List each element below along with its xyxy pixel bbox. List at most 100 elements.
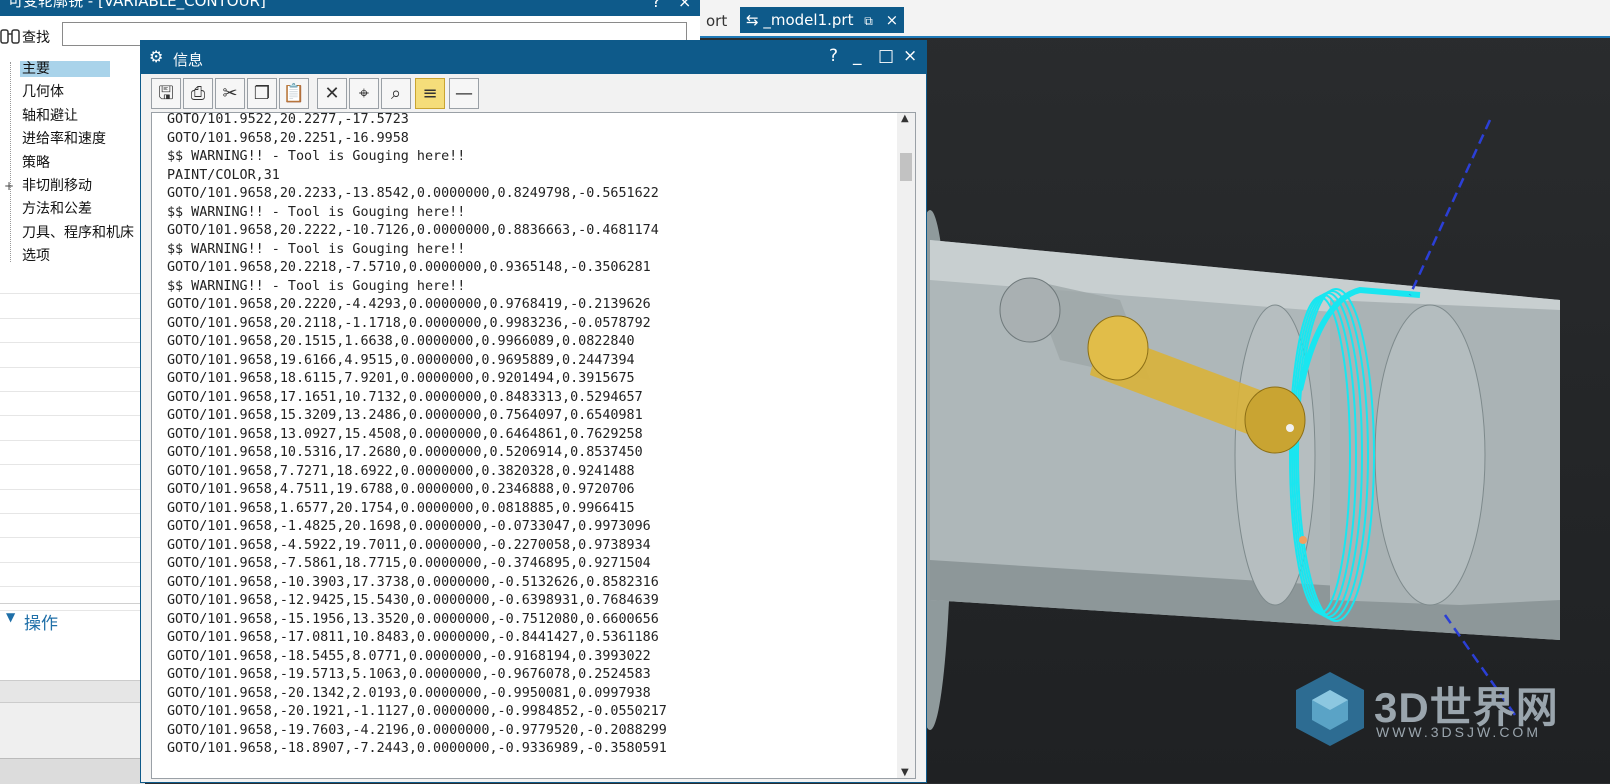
copy-icon: ❐ (253, 83, 271, 104)
info-window-title: 信息 (173, 51, 204, 69)
info-line: GOTO/101.9658,-18.5455,8.0771,0.0000000,… (167, 648, 651, 664)
cut-icon: ✂ (222, 83, 238, 104)
tree-item-axis-avoidance[interactable]: 轴和避让 (0, 105, 145, 128)
tree-item-strategy[interactable]: 策略 (0, 152, 145, 175)
paste-button[interactable]: 📋 (279, 78, 309, 109)
tree-item-label: 刀具、程序和机床 (22, 224, 134, 241)
operations-section-header[interactable]: ▼ 操作 (0, 603, 145, 634)
tab-previous[interactable]: ort (700, 8, 733, 34)
find-icon: ⌕ (390, 83, 402, 104)
info-line: GOTO/101.9658,-7.5861,18.7715,0.0000000,… (167, 556, 651, 571)
locate-button[interactable]: ⌖ (349, 78, 379, 109)
cut-button[interactable]: ✂ (215, 78, 245, 109)
info-line: GOTO/101.9658,-17.0811,10.8483,0.0000000… (167, 630, 659, 645)
minimize-button[interactable]: _ (853, 46, 862, 66)
info-line: GOTO/101.9658,20.2233,-13.8542,0.0000000… (167, 186, 659, 201)
watermark-logo-icon (1296, 672, 1364, 746)
info-line: GOTO/101.9658,-1.4825,20.1698,0.0000000,… (167, 519, 651, 534)
tool-axis-line (1408, 119, 1492, 296)
tab-close-icon[interactable]: × (886, 11, 899, 29)
info-line: GOTO/101.9658,20.2222,-10.7126,0.0000000… (167, 223, 659, 238)
tree-item-label: 主要 (20, 61, 110, 77)
info-line: GOTO/101.9658,-10.3903,17.3738,0.0000000… (167, 574, 659, 590)
info-line: GOTO/101.9658,-19.5713,5.1063,0.0000000,… (167, 667, 651, 682)
empty-list-rows (0, 270, 145, 612)
info-text-area[interactable]: GOTO/101.9522,20.2277,-17.5723 GOTO/101.9… (151, 112, 916, 779)
info-line: GOTO/101.9658,-19.7603,-4.2196,0.0000000… (167, 722, 667, 738)
close-button[interactable]: × (678, 0, 691, 10)
dialog-tree: 主要 几何体 轴和避让 进给率和速度 策略 + 非切削移动 方法和公差 刀具、程… (0, 58, 145, 269)
info-line: GOTO/101.9658,4.7511,19.6788,0.0000000,0… (167, 482, 635, 497)
tab-model1[interactable]: ⇆ _model1.prt ⧉ × (740, 7, 905, 33)
tool-holder (999, 277, 1061, 343)
help-button[interactable]: ? (652, 0, 661, 10)
operation-dialog-titlebar[interactable]: 可变轮廓铣 - [VARIABLE_CONTOUR] ? × (0, 0, 700, 16)
info-line: GOTO/101.9658,-4.5922,19.7011,0.0000000,… (167, 537, 651, 553)
info-line: GOTO/101.9658,18.6115,7.9201,0.0000000,0… (167, 371, 635, 386)
info-line: $$ WARNING!! - Tool is Gouging here!! (167, 204, 466, 220)
scroll-up-icon[interactable]: ▲ (901, 113, 909, 124)
word-wrap-button[interactable]: ≡ (415, 78, 445, 109)
print-icon: ⎙ (190, 83, 206, 104)
operation-dialog-title: 可变轮廓铣 - [VARIABLE_CONTOUR] (8, 0, 266, 10)
scroll-down-icon[interactable]: ▼ (901, 767, 909, 778)
info-line: GOTO/101.9658,15.3209,13.2486,0.0000000,… (167, 408, 643, 423)
info-line: GOTO/101.9658,20.2220,-4.4293,0.0000000,… (167, 297, 651, 312)
tree-item-options[interactable]: 选项 (0, 245, 145, 268)
binoculars-icon (0, 29, 20, 44)
info-line: GOTO/101.9658,20.2118,-1.1718,0.0000000,… (167, 315, 651, 331)
operations-label: 操作 (24, 614, 58, 634)
vertical-scrollbar[interactable]: ▲ ▼ (897, 113, 915, 778)
delete-icon: ✕ (324, 83, 340, 104)
info-line: GOTO/101.9658,-12.9425,15.5430,0.0000000… (167, 593, 659, 608)
info-line: PAINT/COLOR,31 (167, 167, 280, 183)
scrollbar-thumb[interactable] (900, 153, 912, 181)
dialog-footer (0, 758, 145, 784)
maximize-button[interactable]: □ (878, 46, 894, 66)
print-button[interactable]: ⎙ (183, 78, 213, 109)
info-line: GOTO/101.9658,17.1651,10.7132,0.0000000,… (167, 389, 643, 405)
info-line: GOTO/101.9658,-20.1342,2.0193,0.0000000,… (167, 685, 651, 701)
info-line: GOTO/101.9658,7.7271,18.6922,0.0000000,0… (167, 463, 635, 479)
info-line: GOTO/101.9658,1.6577,20.1754,0.0000000,0… (167, 500, 635, 516)
tab-detach-icon[interactable]: ⧉ (864, 14, 873, 28)
paste-icon: 📋 (282, 83, 306, 104)
tab-label: _model1.prt (763, 11, 854, 29)
info-line: GOTO/101.9658,-15.1956,13.3520,0.0000000… (167, 611, 659, 627)
info-line: $$ WARNING!! - Tool is Gouging here!! (167, 278, 466, 294)
tab-strip: ort ⇆ _model1.prt ⧉ × (700, 0, 1610, 38)
save-button[interactable]: 🖫 (151, 78, 181, 109)
dialog-bottom-bar (0, 680, 145, 703)
info-line: GOTO/101.9658,19.6166,4.9515,0.0000000,0… (167, 352, 635, 368)
info-line: $$ WARNING!! - Tool is Gouging here!! (167, 149, 466, 164)
tree-item-tool-program-machine[interactable]: 刀具、程序和机床 (0, 222, 145, 245)
minus-button[interactable]: — (449, 78, 479, 109)
watermark-site: WWW.3DSJW.COM (1376, 724, 1541, 740)
help-button[interactable]: ? (829, 46, 838, 66)
info-window-titlebar[interactable]: ⚙ 信息 ? _ □ × (141, 41, 926, 74)
tree-item-label: 几何体 (22, 84, 64, 101)
tree-item-feeds-speeds[interactable]: 进给率和速度 (0, 128, 145, 151)
find-label: 查找 (22, 30, 50, 46)
close-button[interactable]: × (903, 46, 917, 66)
watermark: 3D世界网 WWW.3DSJW.COM (1290, 668, 1600, 758)
tree-item-label: 方法和公差 (22, 201, 92, 218)
tree-item-method-tolerance[interactable]: 方法和公差 (0, 198, 145, 221)
word-wrap-icon: ≡ (422, 83, 438, 104)
copy-button[interactable]: ❐ (247, 78, 277, 109)
info-window: ⚙ 信息 ? _ □ × 🖫 ⎙ ✂ ❐ 📋 ✕ ⌖ ⌕ ≡ — GOTO/10… (140, 40, 927, 783)
info-line: GOTO/101.9658,20.2218,-7.5710,0.0000000,… (167, 260, 651, 275)
delete-button[interactable]: ✕ (317, 78, 347, 109)
gear-icon: ⚙ (149, 47, 164, 66)
expand-icon[interactable]: + (4, 175, 14, 198)
tree-item-main[interactable]: 主要 (0, 58, 145, 81)
part-file-icon: ⇆ (746, 11, 759, 29)
find-button[interactable]: ⌕ (381, 78, 411, 109)
tree-item-non-cutting-moves[interactable]: + 非切削移动 (0, 175, 145, 198)
info-line: GOTO/101.9658,13.0927,15.4508,0.0000000,… (167, 426, 643, 442)
info-line: $$ WARNING!! - Tool is Gouging here!! (167, 241, 466, 257)
tree-item-label: 非切削移动 (22, 177, 92, 194)
tree-item-geometry[interactable]: 几何体 (0, 81, 145, 104)
dialog-bottom-panel (0, 702, 145, 759)
tree-item-label: 轴和避让 (22, 107, 78, 124)
